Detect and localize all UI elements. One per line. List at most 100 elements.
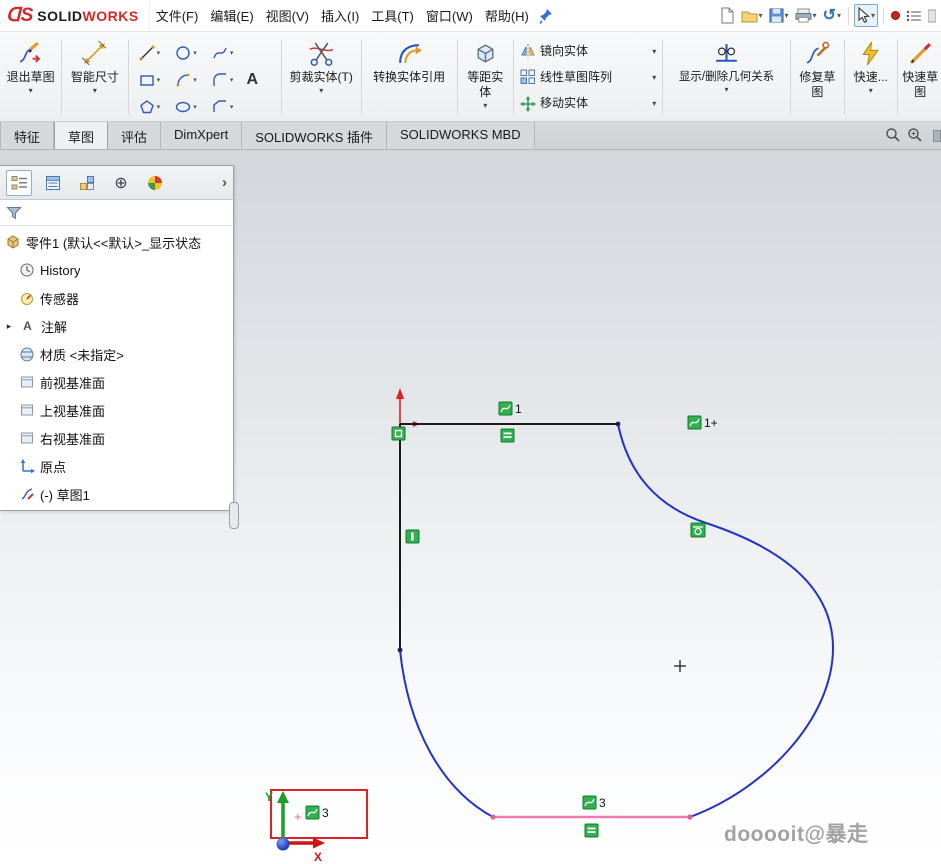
menu-view[interactable]: 视图(V) (260, 1, 315, 30)
chevron-down-icon[interactable]: ▾ (230, 49, 234, 57)
chevron-down-icon[interactable]: ▾ (157, 103, 161, 111)
display-delete-relations-button[interactable]: 显示/删除几何关系 ▾ (679, 39, 774, 94)
tree-filter-row[interactable] (0, 200, 233, 226)
magnifier-icon[interactable] (885, 127, 901, 143)
save-button[interactable]: ▾ (767, 6, 791, 25)
toolbar-separator (848, 7, 849, 25)
fillet-tool-button[interactable] (211, 71, 229, 89)
menu-insert[interactable]: 插入(I) (315, 1, 365, 30)
linear-sketch-pattern-button[interactable]: 线性草图阵列 ▾ (518, 68, 658, 86)
triad-y-label: Y (265, 790, 273, 804)
tab-solidworks-addins[interactable]: SOLIDWORKS 插件 (242, 122, 387, 149)
tree-item-annotations[interactable]: ▸ A 注解 (0, 312, 233, 340)
tree-item-history[interactable]: History (0, 256, 233, 284)
options-list-button[interactable] (904, 7, 924, 25)
rectangle-tool-button[interactable] (138, 71, 156, 89)
tab-sketch[interactable]: 草图 (54, 122, 108, 149)
chamfer-tool-button[interactable] (211, 98, 229, 116)
menu-edit[interactable]: 编辑(E) (204, 1, 259, 30)
menu-file[interactable]: 文件(F) (150, 1, 205, 30)
feature-manager-tab[interactable] (6, 170, 32, 196)
tree-item-sensors[interactable]: 传感器 (0, 284, 233, 312)
toolbar-separator (883, 7, 884, 25)
open-document-button[interactable]: ▾ (739, 7, 765, 25)
tab-features[interactable]: 特征 (0, 122, 54, 149)
tree-item-origin[interactable]: 原点 (0, 452, 233, 480)
exit-sketch-button[interactable]: 退出草图 ▾ (7, 39, 55, 95)
tree-item-front-plane[interactable]: 前视基准面 (0, 368, 233, 396)
triad-origin-ball (277, 838, 290, 851)
new-document-button[interactable] (718, 5, 737, 26)
chevron-down-icon[interactable]: ▾ (193, 76, 197, 84)
record-button[interactable] (889, 9, 902, 22)
more-toolbar-button[interactable] (926, 6, 938, 26)
plane-icon (18, 374, 35, 390)
spline-callout-right[interactable]: 1+ (688, 416, 718, 430)
menu-tools[interactable]: 工具(T) (365, 1, 420, 30)
offset-entities-button[interactable]: 等距实体 ▾ (465, 39, 505, 110)
convert-entities-button[interactable]: 转换实体引用 (373, 39, 445, 85)
quick-snaps-button[interactable]: 快速... ▾ (854, 39, 888, 95)
select-tool-button[interactable]: ▾ (854, 4, 878, 27)
tab-evaluate[interactable]: 评估 (108, 122, 161, 149)
menu-help[interactable]: 帮助(H) (479, 1, 535, 30)
solidworks-logo: ᗡS SOLID WORKS (0, 0, 150, 31)
display-manager-tab[interactable] (142, 170, 168, 196)
undo-button[interactable]: ↺ ▾ (821, 6, 843, 26)
tree-item-right-plane[interactable]: 右视基准面 (0, 424, 233, 452)
horizontal-relation-icon-top[interactable] (501, 429, 514, 442)
menubar: ᗡS SOLID WORKS 文件(F) 编辑(E) 视图(V) 插入(I) 工… (0, 0, 941, 32)
chevron-down-icon[interactable]: ▾ (230, 76, 234, 84)
repair-sketch-button[interactable]: 修复草图 (797, 39, 837, 100)
tree-root-part[interactable]: 零件1 (默认<<默认>_显示状态 (0, 228, 233, 256)
tab-dimxpert[interactable]: DimXpert (161, 122, 242, 149)
coincident-relation-icon[interactable] (392, 427, 405, 440)
ellipse-tool-button[interactable] (174, 98, 192, 116)
configuration-manager-tab[interactable] (74, 170, 100, 196)
print-button[interactable]: ▾ (793, 6, 819, 25)
tree-item-top-plane[interactable]: 上视基准面 (0, 396, 233, 424)
magnifier-sparkle-icon[interactable] (907, 127, 923, 143)
rapid-sketch-button[interactable]: 快速草图 (900, 39, 940, 100)
chevron-down-icon[interactable]: ▾ (193, 103, 197, 111)
spline-tool-button[interactable] (211, 44, 229, 62)
mirror-entities-button[interactable]: 镜向实体 ▾ (518, 42, 658, 60)
text-tool-button[interactable]: A (243, 71, 263, 89)
chevron-down-icon[interactable]: ▾ (193, 49, 197, 57)
chevron-down-icon[interactable]: ▾ (157, 49, 161, 57)
panel-expand-chevron[interactable]: › (222, 174, 227, 191)
line-tool-button[interactable] (138, 44, 156, 62)
tree-item-sketch1[interactable]: (-) 草图1 (0, 480, 233, 508)
trim-entities-icon (307, 39, 335, 67)
graphics-area[interactable]: 1 1+ 3 + 3 (0, 150, 941, 864)
trim-entities-button[interactable]: 剪裁实体(T) ▾ (290, 39, 353, 95)
arc-tool-button[interactable] (174, 71, 192, 89)
spline-callout-top[interactable]: 1 (499, 402, 522, 416)
tree-item-material[interactable]: 材质 <未指定> (0, 340, 233, 368)
linear-pattern-label: 线性草图阵列 (540, 70, 612, 85)
expander-icon[interactable]: ▸ (4, 321, 14, 332)
chevron-down-icon[interactable]: ▾ (230, 103, 234, 111)
pin-menubar-icon[interactable] (539, 8, 553, 24)
mirror-entities-icon (520, 43, 536, 59)
quick-snaps-label: 快速... (854, 70, 888, 85)
dimxpert-manager-tab[interactable]: ⊕ (108, 170, 134, 196)
panel-resize-grip[interactable] (229, 502, 239, 529)
sketch-origin-marker[interactable] (396, 388, 420, 427)
circle-tool-button[interactable] (174, 44, 192, 62)
sketch-arc-bottom-left[interactable] (400, 650, 493, 817)
tab-solidworks-mbd[interactable]: SOLIDWORKS MBD (387, 122, 535, 149)
horizontal-relation-icon-bottom[interactable] (585, 824, 598, 837)
vertical-relation-icon[interactable] (406, 530, 419, 543)
tangent-relation-icon[interactable] (691, 523, 705, 537)
move-entities-button[interactable]: 移动实体 ▾ (518, 95, 658, 113)
spline-callout-bottom[interactable]: 3 (583, 796, 606, 810)
new-document-icon (720, 7, 735, 24)
sketch-spline-right[interactable] (618, 424, 833, 817)
configuration-manager-icon (79, 175, 95, 191)
smart-dimension-button[interactable]: 智能尺寸 ▾ (71, 39, 119, 95)
chevron-down-icon[interactable]: ▾ (157, 76, 161, 84)
polygon-tool-button[interactable] (138, 98, 156, 116)
property-manager-tab[interactable] (40, 170, 66, 196)
menu-window[interactable]: 窗口(W) (420, 1, 479, 30)
